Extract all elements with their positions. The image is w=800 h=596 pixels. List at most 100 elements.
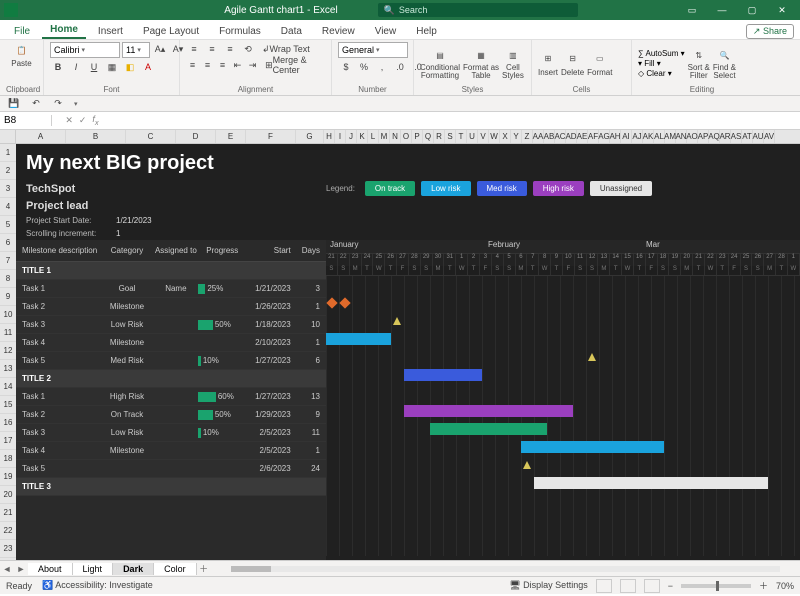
- inc-decimal-icon[interactable]: .0: [392, 60, 408, 74]
- percent-icon[interactable]: %: [356, 60, 372, 74]
- section-title-row[interactable]: TITLE 3: [16, 478, 326, 496]
- format-cells-button[interactable]: ▭Format: [587, 51, 612, 77]
- undo-icon[interactable]: ↶: [28, 97, 44, 111]
- fill-color-button[interactable]: ◧: [122, 60, 138, 74]
- sheet-tab[interactable]: Color: [154, 563, 197, 575]
- col-header[interactable]: A: [16, 130, 66, 143]
- col-header[interactable]: AA: [533, 130, 544, 143]
- conditional-formatting-button[interactable]: ▤Conditional Formatting: [420, 47, 460, 80]
- section-title-row[interactable]: TITLE 1: [16, 262, 326, 280]
- indent-inc-icon[interactable]: ⇥: [246, 58, 259, 72]
- col-header[interactable]: AO: [687, 130, 698, 143]
- tab-page-layout[interactable]: Page Layout: [135, 24, 207, 39]
- col-header[interactable]: AU: [753, 130, 764, 143]
- col-header[interactable]: W: [489, 130, 500, 143]
- task-row[interactable]: Task 52/6/202324: [16, 460, 326, 478]
- name-box[interactable]: B8: [0, 115, 52, 126]
- close-button[interactable]: ✕: [768, 0, 796, 20]
- col-header[interactable]: AE: [577, 130, 588, 143]
- task-row[interactable]: Task 3Low Risk10%2/5/202311: [16, 424, 326, 442]
- col-header[interactable]: F: [246, 130, 296, 143]
- increase-font-icon[interactable]: A▴: [152, 42, 168, 56]
- indent-dec-icon[interactable]: ⇤: [231, 58, 244, 72]
- fill-button[interactable]: ▾ Fill ▾: [638, 59, 685, 68]
- search-box[interactable]: 🔍 Search: [378, 3, 578, 17]
- col-header[interactable]: X: [500, 130, 511, 143]
- col-header[interactable]: AI: [621, 130, 632, 143]
- tab-insert[interactable]: Insert: [90, 24, 131, 39]
- sheet-tab[interactable]: Light: [73, 563, 114, 575]
- task-row[interactable]: Task 5Med Risk10%1/27/20236: [16, 352, 326, 370]
- section-title-row[interactable]: TITLE 2: [16, 370, 326, 388]
- col-header[interactable]: AT: [742, 130, 753, 143]
- view-page-icon[interactable]: [620, 579, 636, 593]
- italic-button[interactable]: I: [68, 60, 84, 74]
- col-header[interactable]: AK: [643, 130, 654, 143]
- col-header[interactable]: O: [401, 130, 412, 143]
- gantt-bar[interactable]: [326, 333, 391, 345]
- comma-icon[interactable]: ,: [374, 60, 390, 74]
- col-header[interactable]: Z: [522, 130, 533, 143]
- col-header[interactable]: AJ: [632, 130, 643, 143]
- task-row[interactable]: Task 2Milestone1/26/20231: [16, 298, 326, 316]
- task-row[interactable]: Task 1High Risk60%1/27/202313: [16, 388, 326, 406]
- autosum-button[interactable]: ∑ AutoSum ▾: [638, 49, 685, 58]
- align-center-icon[interactable]: ≡: [201, 58, 214, 72]
- tab-formulas[interactable]: Formulas: [211, 24, 269, 39]
- col-header[interactable]: AR: [720, 130, 731, 143]
- col-header[interactable]: Q: [423, 130, 434, 143]
- font-name-combo[interactable]: Calibri▾: [50, 42, 120, 58]
- accessibility-status[interactable]: ♿ Accessibility: Investigate: [42, 580, 153, 591]
- currency-icon[interactable]: $: [338, 60, 354, 74]
- task-row[interactable]: Task 1GoalName25%1/21/20233: [16, 280, 326, 298]
- format-as-table-button[interactable]: ▦Format as Table: [463, 47, 499, 80]
- font-size-combo[interactable]: 11▾: [122, 42, 150, 58]
- col-header[interactable]: N: [390, 130, 401, 143]
- col-header[interactable]: M: [379, 130, 390, 143]
- view-break-icon[interactable]: [644, 579, 660, 593]
- ribbon-options-icon[interactable]: ▭: [678, 0, 706, 20]
- align-bot-icon[interactable]: ≡: [222, 42, 238, 56]
- align-mid-icon[interactable]: ≡: [204, 42, 220, 56]
- find-select-button[interactable]: 🔍Find & Select: [713, 47, 736, 80]
- task-row[interactable]: Task 4Milestone2/5/20231: [16, 442, 326, 460]
- display-settings-button[interactable]: 🖥 Display Settings: [509, 580, 587, 591]
- col-header[interactable]: C: [126, 130, 176, 143]
- zoom-out-button[interactable]: −: [668, 581, 673, 591]
- number-format-combo[interactable]: General▾: [338, 42, 408, 58]
- underline-button[interactable]: U: [86, 60, 102, 74]
- redo-icon[interactable]: ↷: [50, 97, 66, 111]
- gantt-bar[interactable]: [534, 477, 768, 489]
- col-header[interactable]: AH: [610, 130, 621, 143]
- zoom-slider[interactable]: [681, 584, 751, 588]
- col-header[interactable]: AM: [665, 130, 676, 143]
- col-header[interactable]: AV: [764, 130, 775, 143]
- tab-help[interactable]: Help: [408, 24, 445, 39]
- col-header[interactable]: G: [296, 130, 324, 143]
- sheet-nav-next[interactable]: ►: [14, 564, 28, 574]
- col-header[interactable]: P: [412, 130, 423, 143]
- sheet-tab[interactable]: About: [28, 563, 73, 575]
- col-header[interactable]: K: [357, 130, 368, 143]
- orientation-icon[interactable]: ⟲: [240, 42, 256, 56]
- gantt-bar[interactable]: [404, 405, 573, 417]
- paste-button[interactable]: 📋 Paste: [11, 42, 31, 68]
- col-header[interactable]: V: [478, 130, 489, 143]
- tab-view[interactable]: View: [367, 24, 405, 39]
- sheet-nav-prev[interactable]: ◄: [0, 564, 14, 574]
- qat-more-icon[interactable]: ▾: [74, 100, 78, 108]
- font-color-button[interactable]: A: [140, 60, 156, 74]
- align-top-icon[interactable]: ≡: [186, 42, 202, 56]
- col-header[interactable]: AC: [555, 130, 566, 143]
- cell-styles-button[interactable]: ▥Cell Styles: [502, 47, 524, 80]
- tab-data[interactable]: Data: [273, 24, 310, 39]
- save-icon[interactable]: 💾: [6, 97, 22, 111]
- col-header[interactable]: D: [176, 130, 216, 143]
- col-header[interactable]: AD: [566, 130, 577, 143]
- col-header[interactable]: AS: [731, 130, 742, 143]
- clear-button[interactable]: ◇ Clear ▾: [638, 69, 685, 78]
- col-header[interactable]: E: [216, 130, 246, 143]
- zoom-in-button[interactable]: ＋: [759, 579, 768, 592]
- maximize-button[interactable]: ▢: [738, 0, 766, 20]
- tab-file[interactable]: File: [6, 24, 38, 39]
